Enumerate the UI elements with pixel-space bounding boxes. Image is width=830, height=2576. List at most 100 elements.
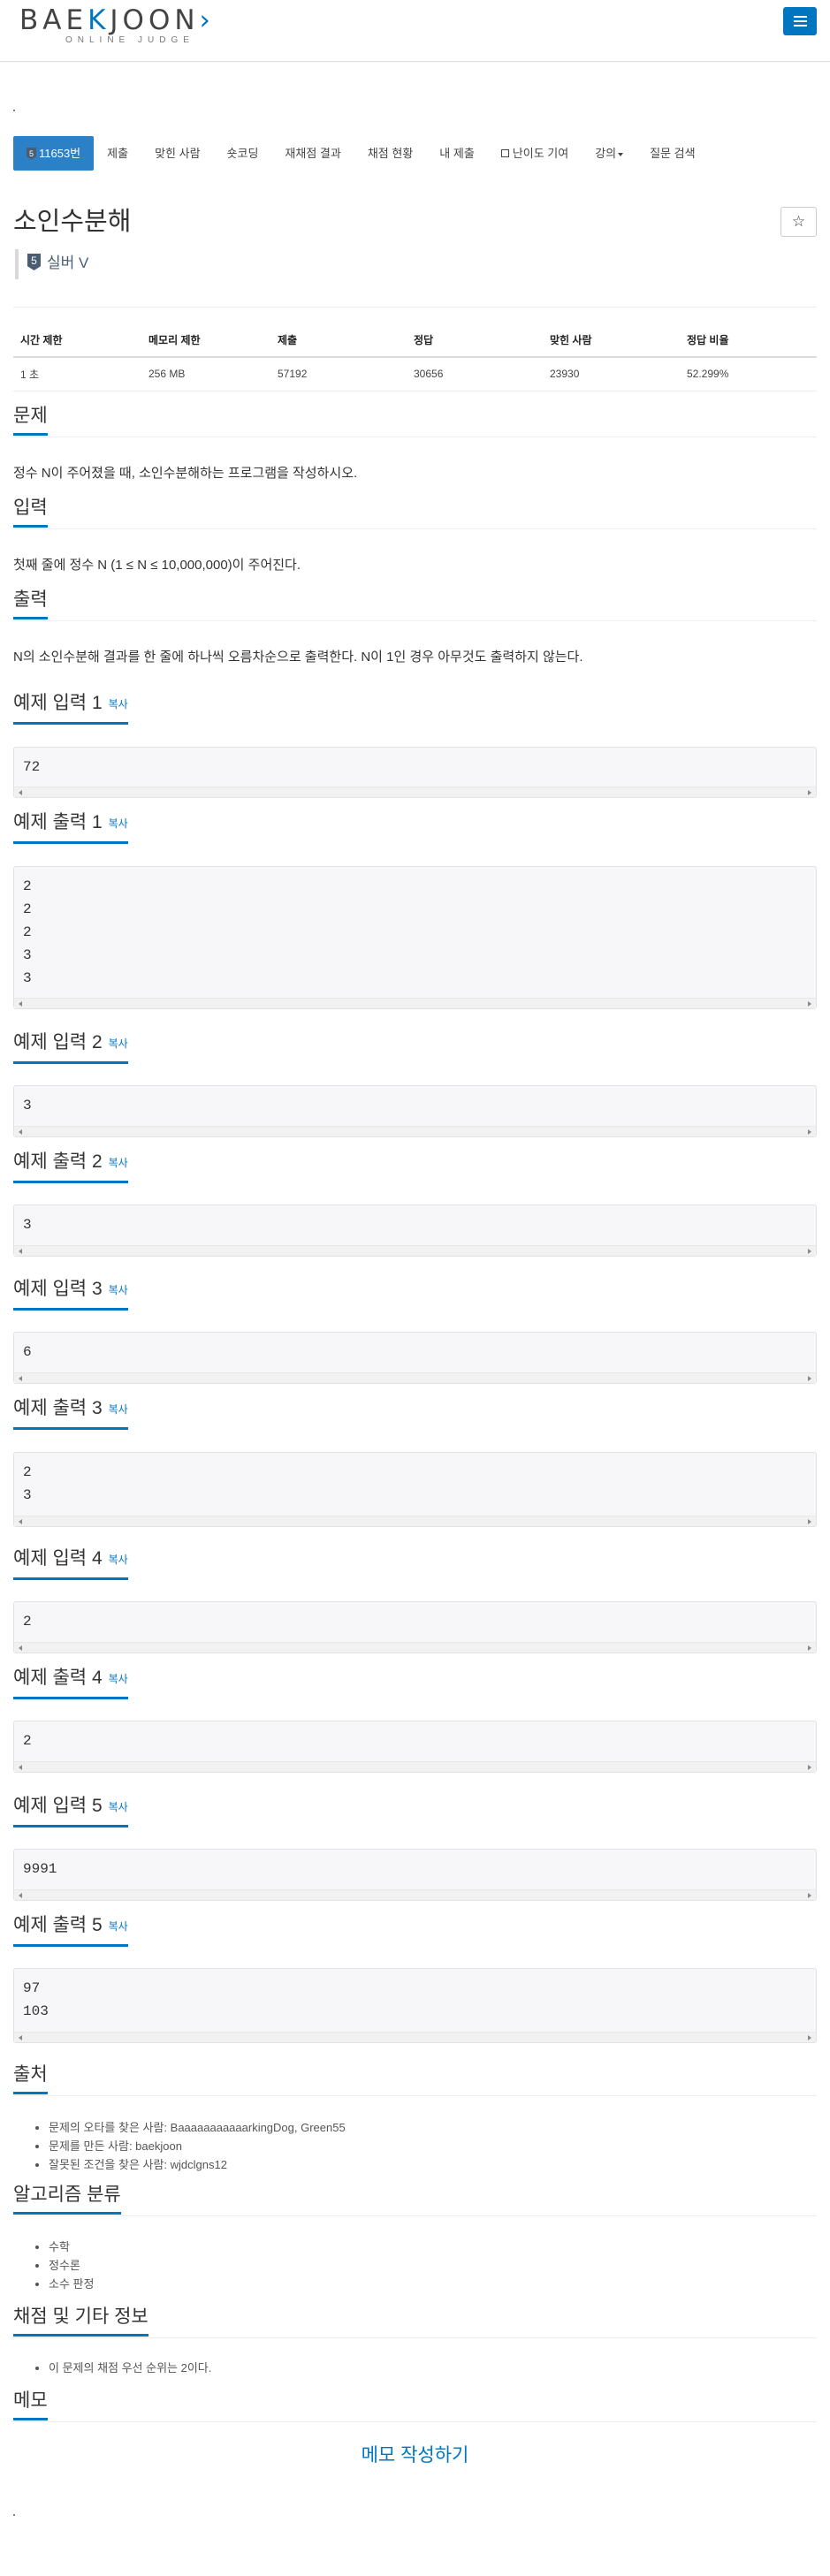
tier-badge-icon: 5: [27, 147, 36, 160]
sample-output-3[interactable]: 2 3: [13, 1452, 817, 1527]
tab-short-coding[interactable]: 숏코딩: [214, 136, 272, 171]
header-time-limit: 시간 제한: [13, 323, 141, 358]
caret-down-icon: [618, 152, 624, 156]
algorithm-tag-link[interactable]: 수학: [49, 2238, 94, 2256]
sample-input-2[interactable]: 3: [13, 1085, 817, 1137]
copy-button[interactable]: 복사: [109, 1673, 128, 1685]
tab-question-search[interactable]: 질문 검색: [636, 136, 708, 171]
header-submissions: 제출: [270, 323, 407, 358]
sample-output-4-heading: 예제 출력 4 복사: [13, 1667, 128, 1699]
problem-heading: 문제: [13, 405, 48, 436]
copy-button[interactable]: 복사: [109, 1801, 128, 1813]
hamburger-menu-icon[interactable]: [783, 7, 817, 35]
submissions-value: 57192: [270, 357, 407, 391]
copy-button[interactable]: 복사: [109, 1157, 128, 1169]
horizontal-scrollbar[interactable]: [14, 786, 816, 797]
sample-input-1[interactable]: 72: [13, 747, 817, 798]
horizontal-scrollbar[interactable]: [14, 1245, 816, 1256]
horizontal-scrollbar[interactable]: [14, 1372, 816, 1383]
tab-lectures-dropdown[interactable]: 강의: [582, 136, 636, 171]
horizontal-scrollbar[interactable]: [14, 998, 816, 1008]
copy-button[interactable]: 복사: [109, 1037, 128, 1050]
algorithm-tag-list: 수학 정수론 소수 판정: [32, 2238, 94, 2293]
external-link-icon: [500, 149, 509, 158]
baekjoon-logo[interactable]: BAEKJOON› ONLINE JUDGE: [19, 5, 215, 46]
tier-label: 실버 V: [47, 255, 89, 271]
divider: [13, 2421, 817, 2422]
tab-difficulty-contribution[interactable]: 난이도 기여: [488, 136, 582, 171]
solved-users-value: 23930: [543, 357, 680, 391]
sample-input-3[interactable]: 6: [13, 1332, 817, 1384]
list-item: 문제의 오타를 찾은 사람: BaaaaaaaaaaarkingDog, Gre…: [49, 2118, 346, 2137]
sample-output-3-heading: 예제 출력 3 복사: [13, 1397, 128, 1430]
table-row: 1 초 256 MB 57192 30656 23930 52.299%: [13, 357, 817, 391]
memo-heading: 메모: [13, 2390, 48, 2420]
sample-input-4-heading: 예제 입력 4 복사: [13, 1547, 128, 1580]
sample-input-2-heading: 예제 입력 2 복사: [13, 1031, 128, 1064]
stray-dot: [13, 110, 15, 111]
sample-input-5[interactable]: 9991: [13, 1849, 817, 1901]
accepted-value: 30656: [407, 357, 543, 391]
output-heading: 출력: [13, 589, 48, 619]
problem-tier[interactable]: 5 실버 V: [15, 249, 88, 279]
horizontal-scrollbar[interactable]: [14, 1516, 816, 1526]
copy-button[interactable]: 복사: [109, 1554, 128, 1566]
judge-info-list: 이 문제의 채점 우선 순위는 2이다.: [32, 2359, 211, 2377]
sample-input-5-heading: 예제 입력 5 복사: [13, 1795, 128, 1828]
write-memo-link[interactable]: 메모 작성하기: [0, 2441, 830, 2467]
problem-tabs: 5 11653번 제출 맞힌 사람 숏코딩 재채점 결과 채점 현황 내 제출 난…: [13, 136, 709, 171]
algorithm-tag-link[interactable]: 정수론: [49, 2256, 94, 2275]
problem-description: 정수 N이 주어졌을 때, 소인수분해하는 프로그램을 작성하시오.: [13, 466, 358, 481]
header-memory-limit: 메모리 제한: [141, 323, 270, 358]
horizontal-scrollbar[interactable]: [14, 1126, 816, 1136]
logo-subtitle: ONLINE JUDGE: [65, 35, 194, 45]
sample-output-2-heading: 예제 출력 2 복사: [13, 1151, 128, 1183]
tab-problem-number[interactable]: 5 11653번: [13, 136, 95, 171]
output-description: N의 소인수분해 결과를 한 줄에 하나씩 오름차순으로 출력한다. N이 1인…: [13, 650, 583, 665]
list-item: 문제를 만든 사람: baekjoon: [49, 2137, 346, 2155]
source-list: 문제의 오타를 찾은 사람: BaaaaaaaaaaarkingDog, Gre…: [32, 2118, 346, 2174]
tier-badge-icon: 5: [27, 254, 41, 271]
tab-solved-users[interactable]: 맞힌 사람: [141, 136, 213, 171]
copy-button[interactable]: 복사: [109, 1403, 128, 1416]
sample-input-1-heading: 예제 입력 1 복사: [13, 692, 128, 725]
horizontal-scrollbar[interactable]: [14, 2032, 816, 2042]
horizontal-scrollbar[interactable]: [14, 1889, 816, 1900]
copy-button[interactable]: 복사: [109, 817, 128, 830]
sample-output-4[interactable]: 2: [13, 1721, 817, 1773]
copy-button[interactable]: 복사: [109, 1284, 128, 1296]
input-heading: 입력: [13, 497, 48, 528]
divider: [13, 620, 817, 621]
accept-ratio-value: 52.299%: [680, 357, 817, 391]
horizontal-scrollbar[interactable]: [14, 1761, 816, 1772]
sample-output-5[interactable]: 97 103: [13, 1968, 817, 2043]
time-limit-value: 1 초: [13, 357, 141, 391]
algorithm-tag-link[interactable]: 소수 판정: [49, 2275, 94, 2293]
tab-rejudge-result[interactable]: 재채점 결과: [271, 136, 354, 171]
copy-button[interactable]: 복사: [109, 1920, 128, 1933]
header-accepted: 정답: [407, 323, 543, 358]
memory-limit-value: 256 MB: [141, 357, 270, 391]
tab-submit[interactable]: 제출: [94, 136, 141, 171]
input-description: 첫째 줄에 정수 N (1 ≤ N ≤ 10,000,000)이 주어진다.: [13, 558, 301, 573]
sample-output-1[interactable]: 2 2 2 3 3: [13, 866, 817, 1009]
header-accept-ratio: 정답 비율: [680, 323, 817, 358]
tab-status[interactable]: 채점 현황: [354, 136, 426, 171]
copy-button[interactable]: 복사: [109, 698, 128, 710]
problem-info-table: 시간 제한 메모리 제한 제출 정답 맞힌 사람 정답 비율 1 초 256 M…: [13, 323, 817, 391]
tab-my-submissions[interactable]: 내 제출: [426, 136, 488, 171]
logo-wordmark: BAEKJOON›: [19, 4, 215, 36]
list-item: 이 문제의 채점 우선 순위는 2이다.: [49, 2359, 211, 2377]
horizontal-scrollbar[interactable]: [14, 1642, 816, 1653]
divider: [13, 2337, 817, 2338]
divider: [13, 528, 817, 529]
divider: [13, 2215, 817, 2216]
divider: [13, 307, 817, 308]
problem-title: 소인수분해: [13, 208, 132, 236]
sample-output-2[interactable]: 3: [13, 1204, 817, 1257]
header-solved-users: 맞힌 사람: [543, 323, 680, 358]
source-heading: 출처: [13, 2063, 48, 2094]
favorite-star-button[interactable]: ☆: [781, 207, 817, 237]
sample-input-4[interactable]: 2: [13, 1601, 817, 1653]
judge-info-heading: 채점 및 기타 정보: [13, 2306, 148, 2337]
